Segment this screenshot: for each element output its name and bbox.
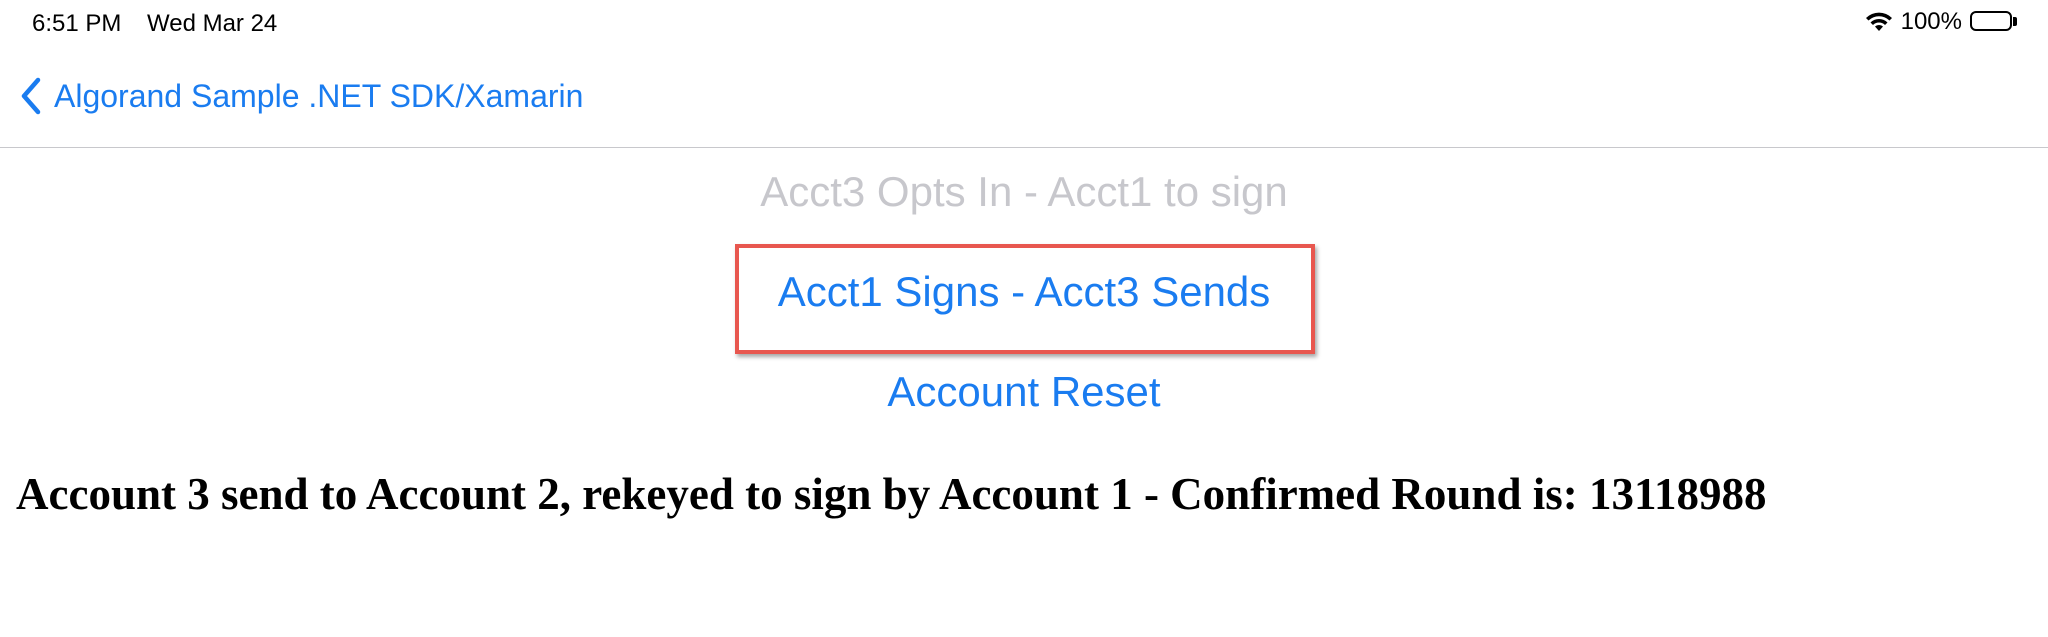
battery-percentage: 100% (1900, 8, 1962, 35)
status-bar: 6:51 PM Wed Mar 24 100% (0, 0, 2048, 48)
account-reset-button[interactable]: Account Reset (0, 368, 2048, 416)
status-indicators: 100% (1865, 8, 2018, 36)
acct3-opt-in-button[interactable]: Acct3 Opts In - Acct1 to sign (0, 168, 2048, 216)
wifi-icon (1865, 11, 1893, 33)
back-button-label: Algorand Sample .NET SDK/Xamarin (54, 77, 584, 114)
status-time: 6:51 PM (32, 10, 122, 37)
back-button[interactable]: Algorand Sample .NET SDK/Xamarin (18, 76, 583, 116)
result-message: Account 3 send to Account 2, rekeyed to … (16, 469, 1767, 519)
status-date: Wed Mar 24 (147, 10, 278, 37)
acct1-signs-acct3-sends-button[interactable]: Acct1 Signs - Acct3 Sends (0, 268, 2048, 316)
battery-icon (1970, 11, 2018, 33)
chevron-left-icon (18, 76, 44, 116)
navigation-bar: Algorand Sample .NET SDK/Xamarin (0, 48, 2048, 148)
